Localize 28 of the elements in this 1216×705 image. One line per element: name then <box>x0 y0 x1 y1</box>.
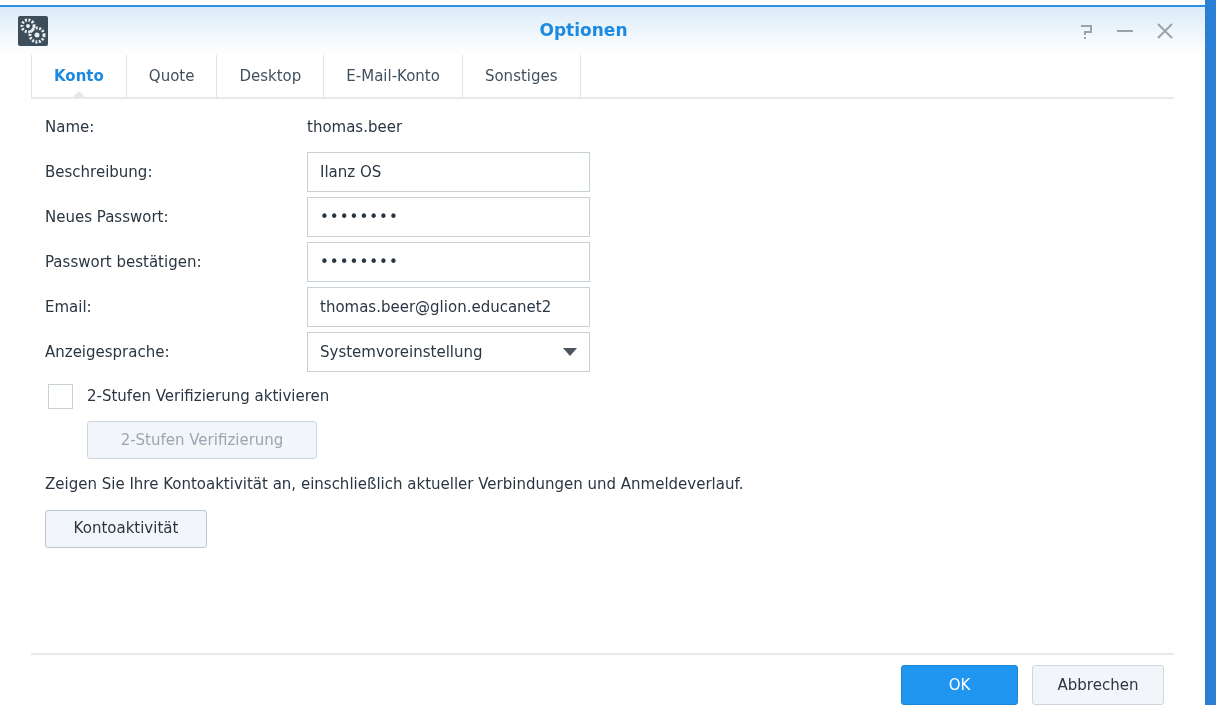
field-label: Name: <box>45 116 96 138</box>
activity-button[interactable]: Kontoaktivität <box>45 509 207 548</box>
activity-description: Zeigen Sie Ihre Kontoaktivität an, einschließlich aktueller Verbindungen und Anmeldeverlauf. <box>45 474 745 495</box>
checkbox[interactable] <box>48 384 73 409</box>
tab[interactable]: Sonstiges <box>462 55 581 97</box>
tab[interactable]: Konto <box>31 55 127 97</box>
caret-icon <box>563 348 577 356</box>
field-label: Beschreibung: <box>45 161 154 183</box>
tab[interactable]: E-Mail-Konto <box>324 55 463 97</box>
tab[interactable]: Quote <box>126 55 218 97</box>
gears-icon <box>18 16 48 46</box>
field-label: Anzeigesprache: <box>45 341 171 363</box>
close-icon[interactable] <box>1157 23 1173 39</box>
cancel-button[interactable]: Abbrechen <box>1032 665 1164 705</box>
help-icon[interactable] <box>1079 22 1093 40</box>
input-field[interactable]: thomas.beer@glion.educanet2 <box>307 287 590 327</box>
password-field[interactable]: •••••••• <box>307 242 590 282</box>
minimize-icon[interactable] <box>1117 29 1133 33</box>
language-dropdown[interactable]: Systemvoreinstellung <box>307 332 590 372</box>
field-label: Neues Passwort: <box>45 206 170 228</box>
input-field[interactable]: Ilanz OS <box>307 152 590 192</box>
tab[interactable]: Desktop <box>217 55 325 97</box>
window-title: Optionen <box>539 19 628 43</box>
password-field[interactable]: •••••••• <box>307 197 590 237</box>
field-label: Email: <box>45 296 93 318</box>
field-value: thomas.beer <box>307 116 403 138</box>
field-label: Passwort bestätigen: <box>45 251 203 273</box>
checkbox-label: 2-Stufen Verifizierung aktivieren <box>87 386 330 408</box>
